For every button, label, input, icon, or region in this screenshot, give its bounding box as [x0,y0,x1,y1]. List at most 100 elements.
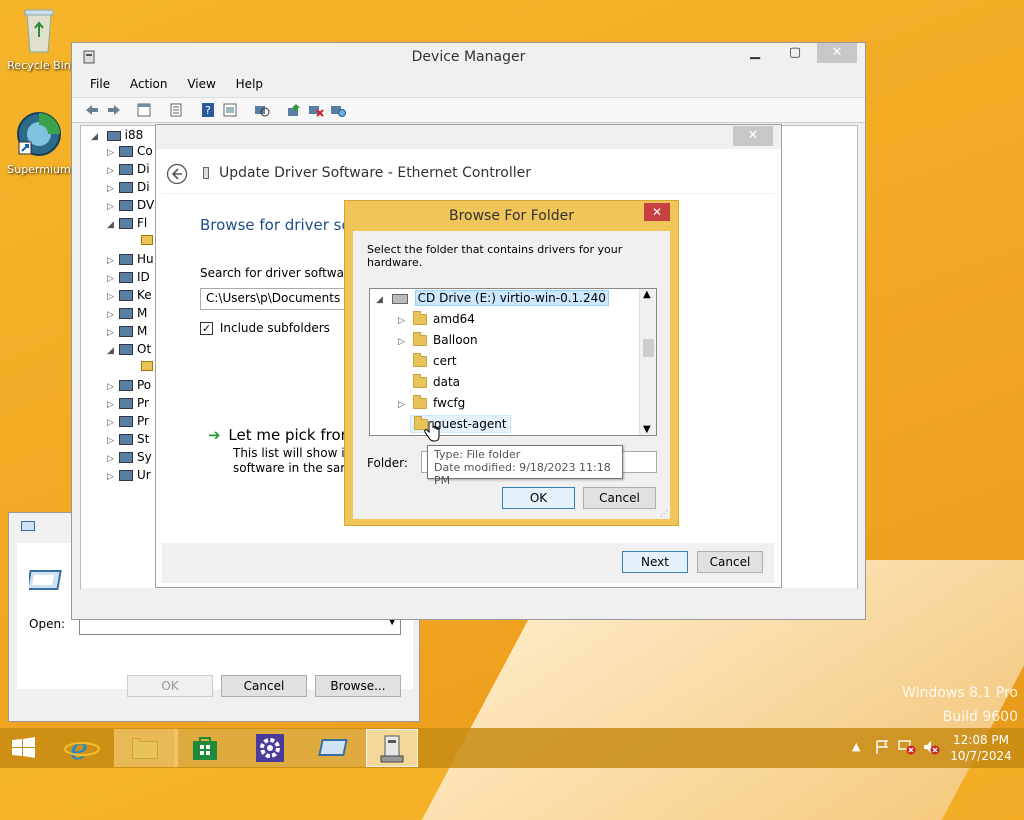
browse-ok-button[interactable]: OK [502,487,575,509]
checkmark-icon[interactable]: ✓ [200,322,213,335]
enable-device-icon[interactable] [330,102,346,118]
wizard-titlebar[interactable]: ✕ [156,125,781,149]
expand-arrow-icon[interactable]: ▷ [107,202,119,212]
device-category-row[interactable]: ▷ Sy [107,450,152,468]
expand-arrow-icon[interactable]: ▷ [107,436,119,446]
forward-arrow-icon[interactable] [106,102,122,118]
device-category-row[interactable]: ▷ Po [107,378,151,396]
menu-help[interactable]: Help [236,77,263,91]
menu-view[interactable]: View [187,77,215,91]
settings-taskbar-button[interactable] [238,729,302,767]
properties-icon[interactable] [168,102,184,118]
drive-row[interactable]: ◢ CD Drive (E:) virtio-win-0.1.240 [376,290,609,309]
close-button[interactable]: ✕ [817,43,857,63]
wizard-cancel-button[interactable]: Cancel [697,551,763,573]
scroll-thumb[interactable] [643,339,654,357]
device-category-row[interactable]: ◢ Fl [107,216,147,234]
device-manager-taskbar-button[interactable] [366,729,418,767]
menu-action[interactable]: Action [130,77,168,91]
windows-start-icon[interactable] [0,729,48,767]
expand-arrow-icon[interactable]: ▷ [398,337,410,347]
expand-arrow-icon[interactable]: ▷ [398,316,410,326]
device-category-row[interactable]: ▷ M [107,306,147,324]
show-hidden-icons[interactable]: ▲ [852,740,860,753]
folder-row-hovered[interactable]: guest-agent [398,415,511,435]
pick-from-list-link[interactable]: ➔ Let me pick from [208,426,355,444]
device-category-row[interactable]: ▷ Di [107,180,150,198]
internet-explorer-icon[interactable]: e [50,729,114,767]
menu-file[interactable]: File [90,77,110,91]
collapse-arrow-icon[interactable]: ◢ [376,295,388,305]
include-subfolders-checkbox[interactable]: ✓ Include subfolders [200,321,330,335]
recycle-bin-shortcut[interactable]: Recycle Bin [4,6,74,72]
expand-arrow-icon[interactable]: ▷ [107,328,119,338]
expand-arrow-icon[interactable]: ▷ [107,166,119,176]
folder-row[interactable]: ▷ fwcfg [398,395,468,414]
device-category-row[interactable]: ▷ M [107,324,147,342]
expand-arrow-icon[interactable]: ▷ [107,400,119,410]
expand-arrow-icon[interactable]: ▷ [107,184,119,194]
tree-scrollbar[interactable]: ▲ ▼ [639,289,656,435]
device-category-row[interactable]: ▷ Ur [107,468,151,486]
folder-row[interactable]: ▷ Balloon [398,332,481,351]
supermium-shortcut[interactable]: Supermium [4,110,74,176]
device-manager-titlebar[interactable]: Device Manager ▁ ▢ ✕ [72,43,865,73]
device-category-row[interactable]: ▷ DV [107,198,154,216]
device-category-row[interactable]: ▷ Di [107,162,150,180]
maximize-button[interactable]: ▢ [775,43,815,63]
resize-grip-icon[interactable]: ⋰ [660,509,668,518]
show-hide-tree-icon[interactable] [136,102,152,118]
wizard-close-button[interactable]: ✕ [733,126,773,146]
back-arrow-icon[interactable] [84,102,100,118]
expand-arrow-icon[interactable]: ▷ [107,256,119,266]
folder-row[interactable]: data [398,374,463,393]
next-button[interactable]: Next [622,551,688,573]
warning-device-icon[interactable] [141,234,153,252]
expand-arrow-icon[interactable]: ▷ [398,400,410,410]
warning-device-icon[interactable] [141,360,153,378]
expand-arrow-icon[interactable]: ◢ [107,220,119,230]
folder-row[interactable]: ▷ amd64 [398,311,478,330]
folder-row[interactable]: cert [398,353,460,372]
file-explorer-taskbar-button[interactable] [114,729,178,767]
device-category-row[interactable]: ▷ Co [107,144,153,162]
device-category-row[interactable]: ▷ Pr [107,396,149,414]
help-icon[interactable]: ? [200,102,216,118]
path-input[interactable]: C:\Users\p\Documents [200,288,350,310]
browse-cancel-button[interactable]: Cancel [583,487,656,509]
device-category-row[interactable]: ◢ Ot [107,342,151,360]
back-arrow-icon[interactable] [166,163,188,185]
device-category-row[interactable]: ▷ St [107,432,149,450]
uninstall-device-icon[interactable] [308,102,324,118]
minimize-button[interactable]: ▁ [735,43,775,63]
scroll-down-icon[interactable]: ▼ [643,424,651,435]
browse-close-button[interactable]: ✕ [644,203,670,221]
run-taskbar-button[interactable] [302,729,366,767]
expand-arrow-icon[interactable]: ▷ [107,418,119,428]
scan-hardware-icon[interactable] [254,102,270,118]
action-center-flag-icon[interactable] [874,739,890,755]
expand-arrow-icon[interactable]: ▷ [107,292,119,302]
folder-tree[interactable]: ◢ CD Drive (E:) virtio-win-0.1.240 ▷ amd6… [369,288,657,436]
expand-arrow-icon[interactable]: ▷ [107,382,119,392]
run-cancel-button[interactable]: Cancel [221,675,307,697]
collapse-arrow-icon[interactable]: ◢ [91,132,103,142]
view-icon[interactable] [222,102,238,118]
volume-muted-icon[interactable] [922,739,940,755]
expand-arrow-icon[interactable]: ◢ [107,346,119,356]
device-category-row[interactable]: ▷ ID [107,270,150,288]
expand-arrow-icon[interactable]: ▷ [107,148,119,158]
device-category-row[interactable]: ▷ Pr [107,414,149,432]
store-taskbar-button[interactable] [174,729,238,767]
update-driver-icon[interactable] [286,102,302,118]
run-browse-button[interactable]: Browse... [315,675,401,697]
expand-arrow-icon[interactable]: ▷ [107,454,119,464]
run-ok-button[interactable]: OK [127,675,213,697]
scroll-up-icon[interactable]: ▲ [643,289,651,300]
device-category-row[interactable]: ▷ Hu [107,252,154,270]
device-category-row[interactable]: ▷ Ke [107,288,152,306]
browse-titlebar[interactable]: Browse For Folder ✕ [345,201,678,231]
expand-arrow-icon[interactable]: ▷ [107,310,119,320]
clock[interactable]: 12:08 PM 10/7/2024 [944,732,1018,764]
expand-arrow-icon[interactable]: ▷ [107,274,119,284]
